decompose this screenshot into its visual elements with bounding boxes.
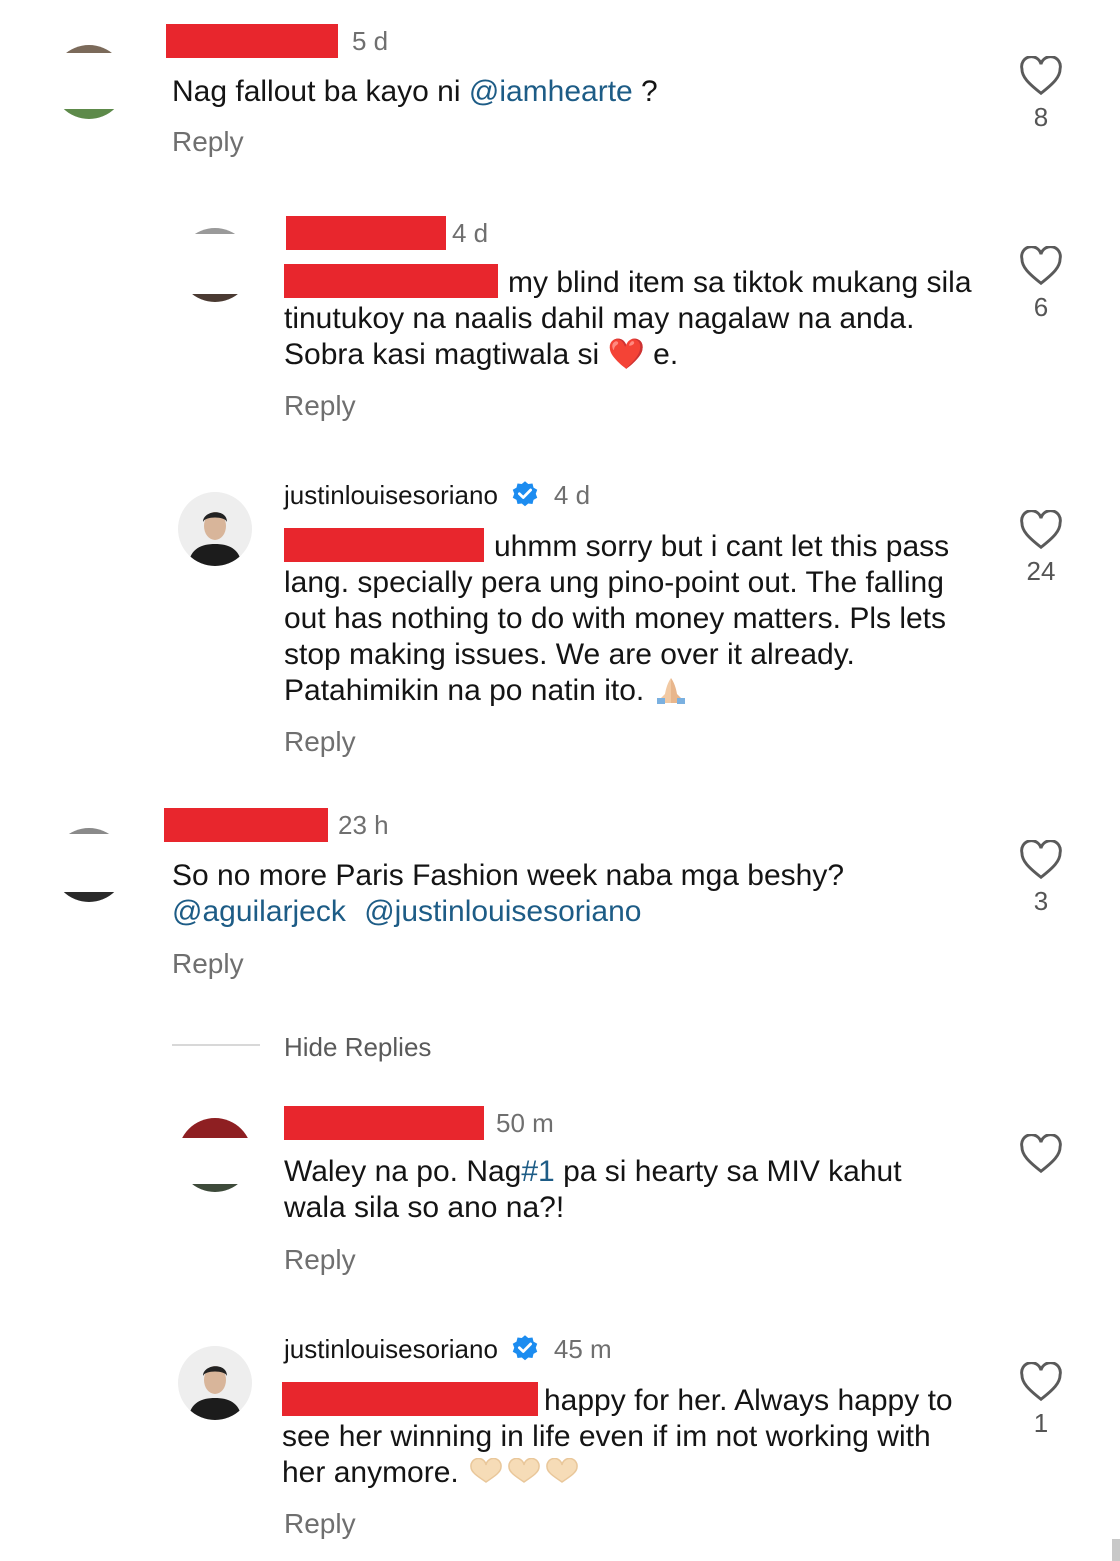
comment-header: justinlouisesoriano 4 d: [284, 478, 590, 512]
like-button[interactable]: 6: [1019, 246, 1063, 323]
red-heart-emoji: ❤️: [607, 338, 645, 371]
verified-badge-icon: [512, 1335, 538, 1361]
mention-link[interactable]: @iamhearte: [469, 75, 633, 108]
like-button[interactable]: 8: [1019, 56, 1063, 133]
redacted-mention: [284, 528, 484, 562]
timestamp: 4 d: [452, 217, 489, 248]
timestamp: 50 m: [496, 1107, 554, 1138]
mention-link[interactable]: @aguilarjeck: [172, 895, 346, 928]
mention-link[interactable]: @justinlouisesoriano: [364, 895, 641, 928]
comment-text-part: So no more Paris Fashion week naba mga b…: [172, 859, 845, 892]
redacted-username: [286, 216, 446, 250]
comment-text: happy for her. Always happy to see her w…: [282, 1382, 982, 1491]
reply-button[interactable]: Reply: [284, 726, 356, 758]
reply-button[interactable]: Reply: [172, 948, 244, 980]
comment-text-part: e.: [644, 338, 679, 371]
comment-header: 5 d: [166, 24, 388, 58]
heart-outline-icon: [1020, 510, 1062, 550]
like-button[interactable]: 24: [1019, 510, 1063, 587]
avatar[interactable]: [178, 492, 252, 566]
comment-header: 50 m: [284, 1106, 554, 1140]
username[interactable]: justinlouisesoriano: [284, 480, 498, 511]
comment-header: justinlouisesoriano 45 m: [284, 1332, 612, 1366]
redacted-mention: [282, 1382, 538, 1416]
comment-text-part: Waley na po. Nag: [284, 1155, 522, 1188]
reply-button[interactable]: Reply: [284, 1508, 356, 1540]
verified-badge-icon: [512, 481, 538, 507]
like-count: 6: [1033, 292, 1049, 322]
username[interactable]: justinlouisesoriano: [284, 1334, 498, 1365]
hide-replies-button[interactable]: Hide Replies: [284, 1032, 431, 1063]
comment-text: Nag fallout ba kayo ni @iamhearte ?: [172, 74, 872, 110]
redacted-username: [166, 24, 338, 58]
avatar[interactable]: [178, 1118, 252, 1192]
timestamp: 23 h: [338, 809, 389, 840]
like-count: 3: [1033, 886, 1049, 916]
comment-text: my blind item sa tiktok mukang sila tinu…: [284, 264, 974, 373]
avatar[interactable]: [52, 828, 126, 902]
redacted-mention: [284, 264, 498, 298]
reply-button[interactable]: Reply: [172, 126, 244, 158]
comment-text-part: Nag fallout ba kayo ni: [172, 75, 469, 108]
hashtag-link[interactable]: #1: [521, 1155, 554, 1188]
hide-replies-divider: [172, 1044, 260, 1046]
heart-hands-emoji: [470, 1458, 578, 1483]
like-count: 1: [1033, 1408, 1049, 1438]
comment-text: uhmm sorry but i cant let this pass lang…: [284, 528, 984, 709]
comment-text-part: ?: [632, 75, 658, 108]
like-button[interactable]: 3: [1019, 840, 1063, 917]
avatar[interactable]: [178, 1346, 252, 1420]
comment-text: So no more Paris Fashion week naba mga b…: [172, 858, 932, 930]
heart-outline-icon: [1020, 1134, 1062, 1174]
like-button[interactable]: [1019, 1134, 1063, 1174]
redacted-username: [284, 1106, 484, 1140]
reply-button[interactable]: Reply: [284, 1244, 356, 1276]
heart-outline-icon: [1020, 56, 1062, 96]
scrollbar[interactable]: [1112, 1539, 1120, 1561]
timestamp: 45 m: [553, 1333, 612, 1364]
timestamp: 5 d: [352, 25, 389, 56]
heart-outline-icon: [1020, 246, 1062, 286]
heart-outline-icon: [1020, 840, 1062, 880]
avatar[interactable]: [178, 228, 252, 302]
avatar[interactable]: [52, 45, 126, 119]
like-count: 24: [1026, 556, 1056, 586]
like-button[interactable]: 1: [1019, 1362, 1063, 1439]
like-count: 8: [1033, 102, 1049, 132]
comment-text: Waley na po. Nag#1 pa si hearty sa MIV k…: [284, 1154, 964, 1226]
heart-outline-icon: [1020, 1362, 1062, 1402]
comment-header: 4 d: [286, 216, 488, 250]
timestamp: 4 d: [553, 479, 591, 510]
folded-hands-emoji: [656, 678, 685, 704]
comment-header: 23 h: [164, 808, 389, 842]
reply-button[interactable]: Reply: [284, 390, 356, 422]
redacted-username: [164, 808, 328, 842]
